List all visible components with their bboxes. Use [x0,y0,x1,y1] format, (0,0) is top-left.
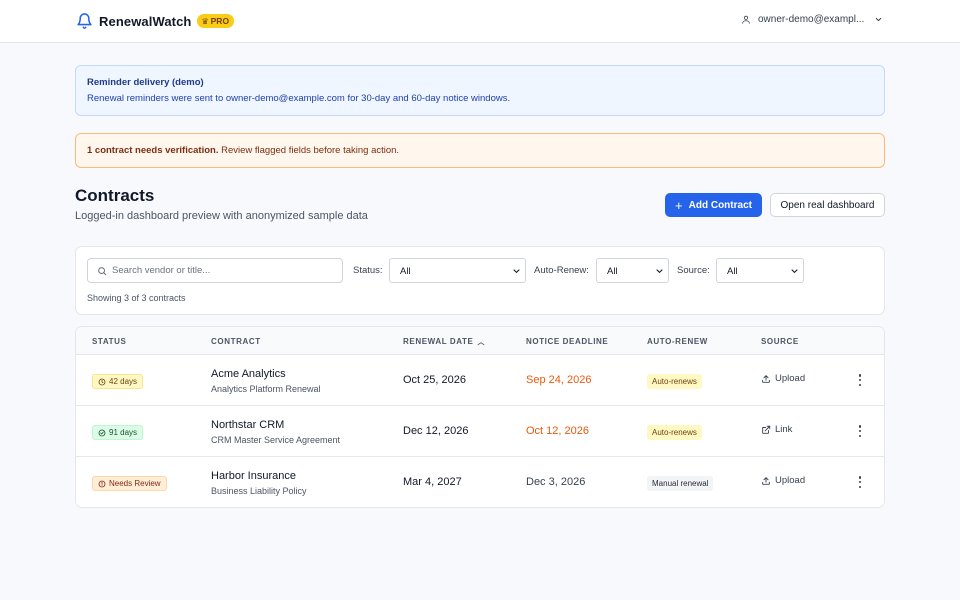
source-label: Upload [775,373,806,384]
row-actions-menu-icon[interactable] [856,474,864,490]
open-real-dashboard-button[interactable]: Open real dashboard [770,193,885,217]
column-header-renewal-date[interactable]: RENEWAL DATE ︿ [403,337,485,347]
search-input[interactable] [112,260,338,281]
contract-name[interactable]: Acme Analytics [211,368,286,380]
auto-renew-badge: Auto-renews [647,374,702,389]
table-header: STATUS CONTRACT RENEWAL DATE ︿ NOTICE DEA… [76,327,884,355]
info-banner-title: Reminder delivery (demo) [87,77,204,88]
plus-icon: + [675,197,683,213]
column-header-notice-deadline[interactable]: NOTICE DEADLINE [526,337,608,346]
contract-name[interactable]: Harbor Insurance [211,470,296,482]
page-subtitle: Logged-in dashboard preview with anonymi… [75,210,368,222]
search-icon [98,267,107,276]
external-link-icon [762,425,771,434]
source-link[interactable]: Link [761,424,792,435]
source-filter-label: Source: [677,265,710,276]
check-circle-icon [98,429,106,436]
sort-ascending-icon: ︿ [477,339,486,346]
user-menu[interactable]: owner-demo@exampl... [741,14,883,25]
contracts-table: STATUS CONTRACT RENEWAL DATE ︿ NOTICE DEA… [75,326,885,508]
renewal-date-header-label: RENEWAL DATE [403,337,474,346]
status-badge: 91 days [92,425,144,440]
status-badge: Needs Review [92,476,167,491]
source-select[interactable]: All [716,258,804,283]
page-title: Contracts [75,186,155,205]
status-badge-label: Needs Review [109,479,161,488]
showing-count: Showing 3 of 3 contracts [87,293,186,303]
auto-renew-select-value: All [607,266,618,277]
table-row[interactable]: Needs Review Harbor Insurance Business L… [76,457,884,507]
info-banner-text: Renewal reminders were sent to owner-dem… [87,93,511,104]
filter-card: Status: All Auto-Renew: All Source: All … [75,246,885,315]
source-label: Upload [775,475,806,486]
source-label: Link [775,424,793,435]
alert-circle-icon [98,480,106,487]
upload-icon [762,476,770,485]
user-email: owner-demo@exampl... [758,14,865,25]
contract-title: Analytics Platform Renewal [211,384,321,394]
status-select-value: All [400,266,411,277]
add-contract-button[interactable]: + Add Contract [665,193,762,217]
notice-deadline: Dec 3, 2026 [526,476,586,488]
table-row[interactable]: 42 days Acme Analytics Analytics Platfor… [76,355,884,406]
column-header-contract[interactable]: CONTRACT [211,337,261,346]
contract-title: Business Liability Policy [211,486,307,496]
open-dashboard-label: Open real dashboard [780,199,875,211]
renewal-date: Dec 12, 2026 [403,425,469,437]
source-upload[interactable]: Upload [761,373,805,384]
crown-icon: ♛ [201,16,209,26]
status-badge-label: 91 days [109,428,138,437]
top-bar: RenewalWatch ♛ PRO owner-demo@exampl... [0,0,960,43]
renewal-date: Oct 25, 2026 [403,374,466,386]
row-actions-menu-icon[interactable] [856,372,864,388]
chevron-down-icon [513,269,520,274]
bell-icon [77,13,92,29]
auto-renew-filter-label: Auto-Renew: [534,265,589,276]
column-header-source[interactable]: SOURCE [761,337,799,346]
chevron-down-icon [791,269,798,274]
auto-renew-select[interactable]: All [596,258,669,283]
row-actions-menu-icon[interactable] [856,423,864,439]
warning-text: Review flagged fields before taking acti… [218,145,400,156]
auto-renew-badge: Auto-renews [647,425,702,440]
app-name: RenewalWatch [99,13,192,29]
pro-badge: ♛ PRO [197,14,235,28]
source-upload[interactable]: Upload [761,475,805,486]
chevron-down-icon [876,17,882,22]
contract-name[interactable]: Northstar CRM [211,419,284,431]
pro-badge-label: PRO [210,16,230,26]
upload-icon [762,374,770,383]
source-select-value: All [727,266,738,277]
brand[interactable]: RenewalWatch ♛ PRO [76,12,235,30]
column-header-auto-renew[interactable]: AUTO-RENEW [647,337,708,346]
notice-deadline: Sep 24, 2026 [526,374,592,386]
verification-warning-banner: 1 contract needs verification. Review fl… [75,133,885,168]
add-contract-label: Add Contract [688,199,752,211]
status-filter-label: Status: [353,265,383,276]
notice-deadline: Oct 12, 2026 [526,425,589,437]
warning-bold-text: 1 contract needs verification. [87,145,219,156]
table-row[interactable]: 91 days Northstar CRM CRM Master Service… [76,406,884,457]
chevron-down-icon [656,269,663,274]
reminder-info-banner: Reminder delivery (demo) Renewal reminde… [75,65,885,116]
contract-title: CRM Master Service Agreement [211,435,341,445]
auto-renew-badge: Manual renewal [647,476,714,491]
status-badge: 42 days [92,374,144,389]
column-header-status[interactable]: STATUS [92,337,126,346]
status-select[interactable]: All [389,258,526,283]
status-badge-label: 42 days [109,377,138,386]
search-box[interactable] [87,258,343,283]
clock-icon [98,378,106,385]
renewal-date: Mar 4, 2027 [403,476,462,488]
user-icon [742,15,750,24]
